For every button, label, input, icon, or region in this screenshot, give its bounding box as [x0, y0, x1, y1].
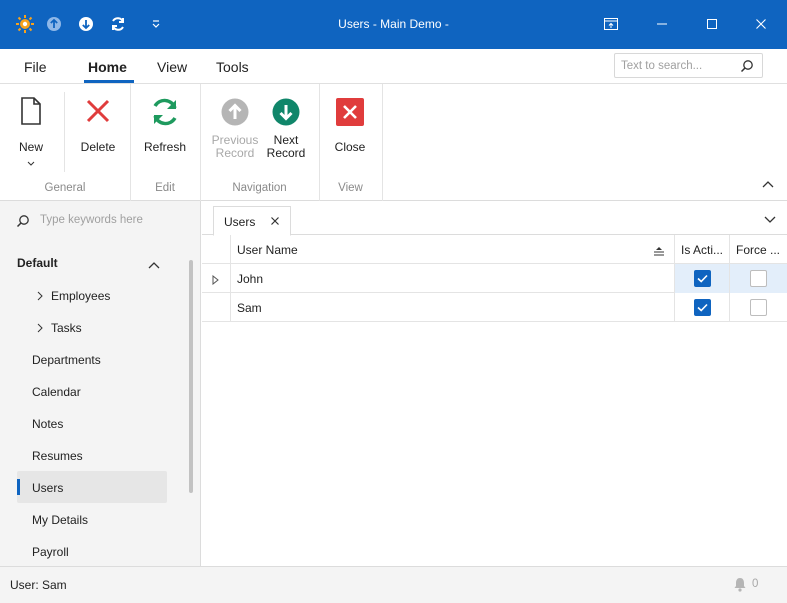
- focused-row-triangle-icon: [212, 274, 219, 288]
- checkbox-checked[interactable]: [694, 299, 711, 316]
- previous-label-line2: Record: [215, 146, 255, 160]
- document-tab-users[interactable]: Users: [213, 206, 291, 236]
- ribbon-display-icon[interactable]: [596, 10, 626, 38]
- sidebar-item-users[interactable]: Users: [32, 481, 63, 495]
- ribbon: New Delete General Refresh Edit Previous…: [0, 84, 787, 201]
- column-header-label: Force ...: [736, 243, 781, 257]
- refresh-button[interactable]: Refresh: [141, 96, 189, 154]
- chevron-right-icon[interactable]: [37, 322, 43, 336]
- delete-x-icon: [85, 98, 111, 124]
- maximize-button[interactable]: [697, 10, 727, 38]
- divider: [382, 84, 383, 201]
- row-indicator[interactable]: [202, 264, 231, 293]
- delete-label: Delete: [80, 140, 116, 154]
- group-label-navigation: Navigation: [232, 182, 287, 194]
- sort-icon[interactable]: [654, 245, 664, 259]
- close-red-icon: [336, 98, 364, 126]
- sidebar-item-departments[interactable]: Departments: [32, 353, 101, 367]
- close-tab-icon[interactable]: [270, 215, 280, 229]
- column-header-force[interactable]: Force ...: [730, 235, 787, 264]
- cell-user-name[interactable]: John: [231, 264, 675, 293]
- refresh-label: Refresh: [143, 140, 187, 154]
- row-indicator[interactable]: [202, 293, 231, 322]
- table-row[interactable]: Sam: [202, 293, 787, 322]
- bell-icon[interactable]: [733, 577, 747, 595]
- close-label: Close: [334, 140, 366, 154]
- delete-button[interactable]: Delete: [76, 98, 120, 154]
- cell-is-active[interactable]: [675, 264, 730, 293]
- sidebar-item-notes[interactable]: Notes: [32, 417, 63, 431]
- search-placeholder: Text to search...: [621, 60, 703, 72]
- notification-count: 0: [752, 578, 759, 590]
- group-label-edit: Edit: [155, 182, 175, 194]
- column-header-is-active[interactable]: Is Acti...: [675, 235, 730, 264]
- cell-text: John: [237, 272, 264, 286]
- cell-force[interactable]: [730, 293, 787, 322]
- sidebar-selection-indicator: [17, 479, 20, 495]
- close-window-button[interactable]: [746, 10, 776, 38]
- status-user: User: Sam: [10, 578, 67, 592]
- indicator-header: [202, 235, 231, 264]
- tab-tools[interactable]: Tools: [216, 59, 249, 75]
- sidebar-scrollbar[interactable]: [189, 260, 193, 493]
- new-document-icon: [20, 96, 42, 126]
- column-header-label: Is Acti...: [681, 243, 724, 257]
- sidebar-search-placeholder: Type keywords here: [40, 214, 143, 226]
- navigation-sidebar: Type keywords here Default Employees Tas…: [0, 201, 201, 566]
- chevron-up-icon[interactable]: [148, 258, 160, 272]
- search-icon[interactable]: [740, 59, 754, 76]
- tab-list-chevron-icon[interactable]: [764, 213, 776, 227]
- sidebar-item-tasks[interactable]: Tasks: [51, 321, 82, 335]
- grid-header-row: User Name Is Acti... Force ...: [202, 235, 787, 264]
- minimize-button[interactable]: [647, 10, 677, 38]
- collapse-ribbon-icon[interactable]: [762, 177, 774, 191]
- new-label: New: [18, 140, 43, 154]
- checkbox-unchecked[interactable]: [750, 299, 767, 316]
- document-tab-bar: Users: [202, 201, 787, 236]
- next-record-button[interactable]: Next Record: [262, 98, 310, 160]
- table-row[interactable]: John: [202, 264, 787, 293]
- checkbox-checked[interactable]: [694, 270, 711, 287]
- active-tab-indicator: [84, 80, 134, 83]
- chevron-right-icon[interactable]: [37, 290, 43, 304]
- cell-force[interactable]: [730, 264, 787, 293]
- close-button[interactable]: Close: [329, 98, 371, 154]
- sidebar-item-my-details[interactable]: My Details: [32, 513, 88, 527]
- divider: [64, 92, 65, 172]
- cell-text: Sam: [237, 301, 262, 315]
- next-label-line2: Record: [266, 146, 306, 160]
- sidebar-item-payroll[interactable]: Payroll: [32, 545, 69, 559]
- cell-is-active[interactable]: [675, 293, 730, 322]
- document-tab-label: Users: [224, 215, 256, 229]
- checkbox-unchecked[interactable]: [750, 270, 767, 287]
- search-input[interactable]: Text to search...: [614, 53, 763, 78]
- arrow-down-circle-icon: [272, 98, 300, 126]
- cell-user-name[interactable]: Sam: [231, 293, 675, 322]
- new-button[interactable]: New: [12, 96, 50, 166]
- search-icon: [16, 214, 30, 231]
- tab-view[interactable]: View: [157, 59, 187, 75]
- sidebar-item-resumes[interactable]: Resumes: [32, 449, 83, 463]
- refresh-arrows-icon: [149, 96, 181, 128]
- status-bar: User: Sam 0: [0, 566, 787, 603]
- sidebar-group-header[interactable]: Default: [17, 256, 58, 270]
- tab-file[interactable]: File: [24, 59, 47, 75]
- sidebar-item-calendar[interactable]: Calendar: [32, 385, 81, 399]
- tab-home[interactable]: Home: [88, 59, 127, 75]
- previous-record-button[interactable]: Previous Record: [209, 98, 261, 160]
- arrow-up-circle-icon: [221, 98, 249, 126]
- column-header-label: User Name: [237, 243, 298, 257]
- group-label-view: View: [338, 182, 363, 194]
- column-header-user-name[interactable]: User Name: [231, 235, 675, 264]
- sidebar-item-employees[interactable]: Employees: [51, 289, 110, 303]
- chevron-down-icon: [27, 156, 35, 166]
- title-bar: Users - Main Demo -: [0, 0, 787, 49]
- document-area: Users User Name Is Acti... Force ... Joh…: [202, 201, 787, 566]
- group-label-general: General: [44, 182, 86, 194]
